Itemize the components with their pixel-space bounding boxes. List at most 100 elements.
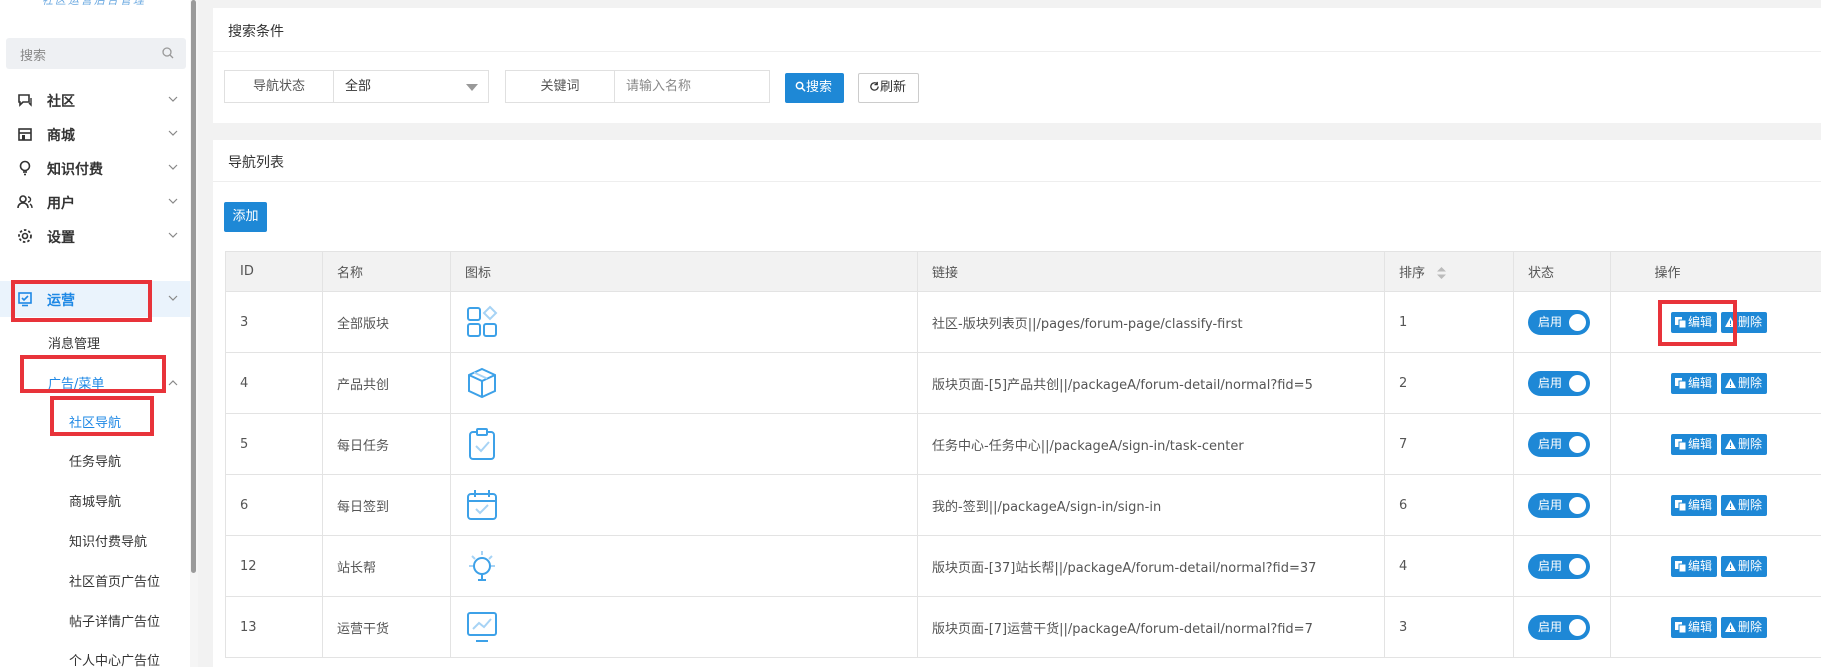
toggle-knob [1569,557,1586,575]
sidebar-subitem-messages[interactable]: 消息管理 [0,327,190,357]
edit-button[interactable]: 编辑 [1671,372,1718,394]
chevron-down-icon [168,96,178,102]
cell-status: 启用 [1513,291,1611,353]
cell-name: 全部版块 [322,291,451,353]
column-header-id: ID [225,251,323,292]
sidebar-item-label: 知识付费 [47,162,103,178]
table-row: 6 每日签到 我的-签到||/packageA/sign-in/sign-in 6 启用… [225,474,1821,536]
edit-button-label: 编辑 [1688,436,1713,451]
cell-sort: 6 [1384,474,1514,536]
edit-button[interactable]: 编辑 [1671,616,1718,638]
cell-sort: 3 [1384,596,1514,658]
copy-icon [1675,438,1687,450]
sidebar-subitem-knowledge-nav[interactable]: 知识付费导航 [0,525,190,555]
sidebar-subitem-user-center-ad[interactable]: 个人中心广告位 [0,644,190,667]
cell-actions: 编辑 删除 [1610,352,1821,414]
status-toggle[interactable]: 启用 [1528,431,1590,457]
cell-id: 6 [225,474,323,536]
sidebar-item-community[interactable]: 社区 [0,82,190,118]
cell-sort: 2 [1384,352,1514,414]
status-toggle-label: 启用 [1538,619,1563,634]
sidebar-subitem-label: 任务导航 [69,455,122,470]
chat-icon [18,94,32,107]
edit-button-label: 编辑 [1688,375,1713,390]
status-toggle[interactable]: 启用 [1528,553,1590,579]
toggle-knob [1569,313,1586,331]
sidebar-subitem-label: 个人中心广告位 [69,654,161,667]
cell-sort: 4 [1384,535,1514,597]
sidebar-subitem-store-nav[interactable]: 商城导航 [0,485,190,515]
cell-link: 任务中心-任务中心||/packageA/sign-in/task-center [917,413,1385,475]
toggle-knob [1569,435,1586,453]
sidebar-subitem-label: 消息管理 [48,337,101,352]
cell-icon [450,535,918,597]
status-toggle[interactable]: 启用 [1528,614,1590,640]
edit-button[interactable]: 编辑 [1671,494,1718,516]
calendar-check-icon [467,490,497,520]
sidebar-subitem-community-home-ad[interactable]: 社区首页广告位 [0,565,190,595]
column-header-name: 名称 [322,251,451,292]
keyword-input[interactable]: 请输入名称 [614,70,770,103]
cell-link: 社区-版块列表页||/pages/forum-page/classify-fir… [917,291,1385,353]
sidebar-item-label: 设置 [47,230,75,246]
nav-status-select[interactable]: 全部 [333,70,489,103]
cell-status: 启用 [1513,352,1611,414]
highlight-box [20,355,166,393]
table-row: 13 运营干货 版块页面-[7]运营干货||/packageA/forum-deta… [225,596,1821,658]
sidebar-search-placeholder: 搜索 [20,49,47,64]
cell-id: 4 [225,352,323,414]
nav-status-value: 全部 [345,79,372,94]
sidebar-scrollbar-thumb[interactable] [191,0,196,573]
sidebar-subitem-task-nav[interactable]: 任务导航 [0,445,190,475]
cell-link: 版块页面-[5]产品共创||/packageA/forum-detail/nor… [917,352,1385,414]
delete-button[interactable]: 删除 [1721,494,1768,516]
chevron-down-icon [168,232,178,238]
status-toggle[interactable]: 启用 [1528,309,1590,335]
search-button[interactable]: 搜索 [785,73,844,103]
status-toggle-label: 启用 [1538,497,1563,512]
sidebar-item-store[interactable]: 商城 [0,116,190,152]
cell-status: 启用 [1513,535,1611,597]
status-toggle[interactable]: 启用 [1528,370,1590,396]
sidebar-subitem-label: 商城导航 [69,495,122,510]
keyword-label: 关键词 [505,70,615,103]
edit-button[interactable]: 编辑 [1671,555,1718,577]
table-header-row: ID 名称 图标 链接 排序 状态 操作 [225,251,1821,292]
delete-button[interactable]: 删除 [1721,372,1768,394]
delete-button-label: 删除 [1738,375,1763,390]
warning-icon [1725,377,1737,388]
sidebar-subitem-post-detail-ad[interactable]: 帖子详情广告位 [0,605,190,635]
cell-name: 每日任务 [322,413,451,475]
cell-icon [450,474,918,536]
status-toggle[interactable]: 启用 [1528,492,1590,518]
status-toggle-label: 启用 [1538,314,1563,329]
table-row: 5 每日任务 任务中心-任务中心||/packageA/sign-in/task-c… [225,413,1821,475]
sidebar-item-knowledge[interactable]: 知识付费 [0,150,190,186]
lightbulb-icon [19,160,31,176]
delete-button[interactable]: 删除 [1721,616,1768,638]
highlight-box [11,280,152,322]
refresh-button[interactable]: 刷新 [858,73,919,103]
sort-icon[interactable] [1437,267,1447,279]
copy-icon [1675,560,1687,572]
sidebar-item-label: 社区 [47,94,75,110]
sidebar-item-settings[interactable]: 设置 [0,218,190,254]
column-header-link: 链接 [917,251,1385,292]
delete-button[interactable]: 删除 [1721,555,1768,577]
list-panel-title: 导航列表 [228,155,284,171]
nav-status-label: 导航状态 [224,70,334,103]
warning-icon [1725,621,1737,632]
search-panel: 搜索条件 [213,8,1821,123]
caret-down-icon [466,84,478,91]
delete-button[interactable]: 删除 [1721,433,1768,455]
sidebar-item-label: 商城 [47,128,75,144]
edit-button[interactable]: 编辑 [1671,433,1718,455]
refresh-icon [870,81,879,91]
column-header-sort[interactable]: 排序 [1384,251,1514,292]
sidebar-search-input[interactable]: 搜索 [6,38,186,69]
add-button[interactable]: 添加 [224,202,267,232]
column-header-sort-label: 排序 [1399,266,1426,281]
cell-status: 启用 [1513,596,1611,658]
sidebar-item-users[interactable]: 用户 [0,184,190,220]
cell-actions: 编辑 删除 [1610,535,1821,597]
